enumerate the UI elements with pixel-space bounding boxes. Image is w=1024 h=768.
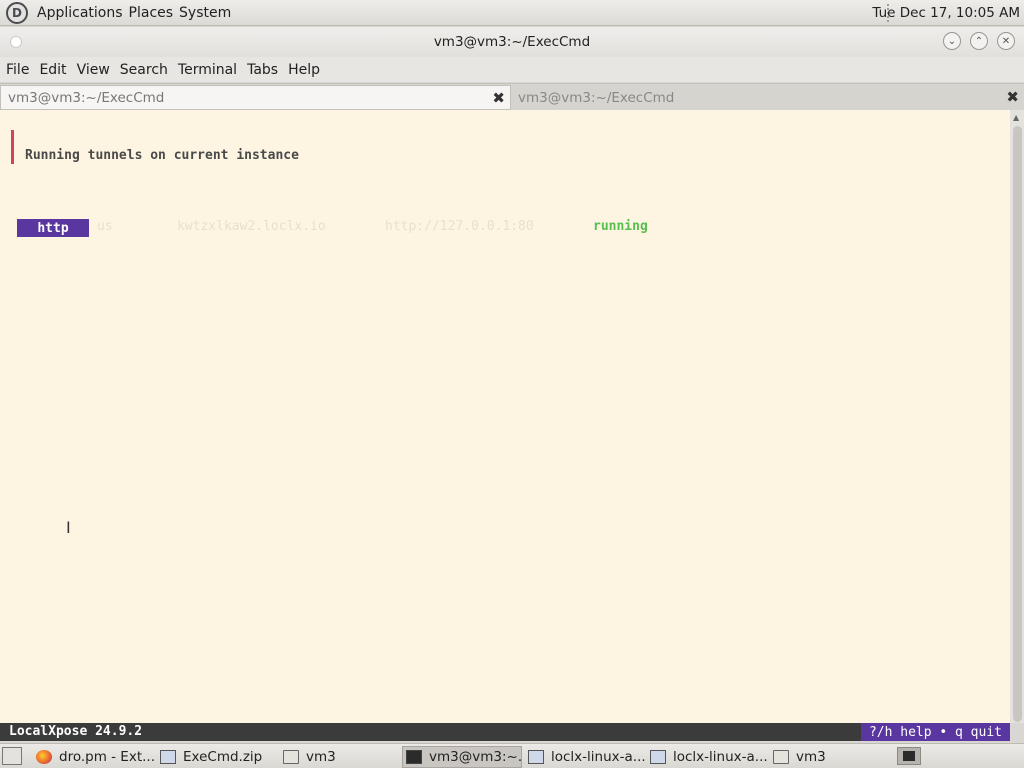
tab-bar: vm3@vm3:~/ExecCmd ✖ vm3@vm3:~/ExecCmd ✖ — [0, 83, 1024, 110]
taskbar-item-loclx-2[interactable]: loclx-linux-a... — [650, 746, 768, 768]
minimize-button[interactable]: ⌄ — [943, 32, 961, 50]
maximize-button[interactable]: ⌃ — [970, 32, 988, 50]
menu-tabs[interactable]: Tabs — [247, 62, 278, 78]
chevron-up-icon: ⌃ — [974, 35, 984, 47]
tui-status-bar: LocalXpose 24.9.2 ?/h help • q quit — [0, 723, 1010, 741]
folder-icon — [773, 750, 789, 764]
menu-view[interactable]: View — [77, 62, 110, 78]
terminal-icon — [406, 750, 422, 764]
archive-icon — [528, 750, 544, 764]
scroll-up-icon[interactable]: ▲ — [1013, 113, 1019, 122]
archive-icon — [160, 750, 176, 764]
app-version: LocalXpose 24.9.2 — [9, 724, 143, 739]
taskbar-item-firefox[interactable]: dro.pm - Ext... — [36, 746, 154, 768]
window-title: vm3@vm3:~/ExecCmd — [433, 34, 591, 50]
taskbar-item-label: dro.pm - Ext... — [59, 749, 154, 765]
tab-label: vm3@vm3:~/ExecCmd — [518, 89, 675, 106]
close-icon[interactable]: ✖ — [492, 89, 505, 107]
tunnel-domain: kwtzxlkaw2.loclx.io — [177, 219, 326, 234]
taskbar-item-label: vm3@vm3:~... — [429, 749, 522, 765]
close-button[interactable]: ✕ — [997, 32, 1015, 50]
heading-accent-bar — [11, 130, 14, 164]
tab-terminal-2[interactable]: vm3@vm3:~/ExecCmd ✖ — [512, 85, 1024, 110]
taskbar-item-label: vm3 — [796, 749, 826, 765]
text-cursor-icon: I — [66, 518, 71, 537]
archive-icon — [650, 750, 666, 764]
menu-edit[interactable]: Edit — [39, 62, 66, 78]
clock[interactable]: Tue Dec 17, 10:05 AM — [872, 5, 1020, 21]
close-icon: ✕ — [1001, 35, 1011, 47]
menu-search[interactable]: Search — [120, 62, 168, 78]
taskbar-item-execcmd-zip[interactable]: ExeCmd.zip — [160, 746, 278, 768]
taskbar: dro.pm - Ext... ExeCmd.zip vm3 vm3@vm3:~… — [0, 743, 1024, 768]
firefox-icon — [36, 750, 52, 764]
menu-file[interactable]: File — [6, 62, 29, 78]
terminal-scrollbar[interactable]: ▲ — [1010, 110, 1024, 723]
folder-icon — [283, 750, 299, 764]
tab-label: vm3@vm3:~/ExecCmd — [8, 89, 165, 106]
tab-terminal-1[interactable]: vm3@vm3:~/ExecCmd ✖ — [0, 85, 511, 110]
terminal-view[interactable]: Running tunnels on current instance http… — [0, 110, 1010, 723]
taskbar-item-vm3-folder[interactable]: vm3 — [283, 746, 399, 768]
help-hint: ?/h help • q quit — [860, 723, 1010, 741]
places-menu[interactable]: Places — [129, 5, 174, 21]
menu-help[interactable]: Help — [288, 62, 320, 78]
workspace-switcher[interactable] — [897, 747, 921, 765]
top-panel: D Applications Places System Tue Dec 17,… — [0, 0, 1024, 26]
window-menu-button[interactable] — [10, 36, 22, 48]
tunnel-status: running — [593, 219, 648, 234]
show-desktop-button[interactable] — [2, 747, 22, 765]
taskbar-item-vm3-folder-2[interactable]: vm3 — [773, 746, 891, 768]
menubar: File Edit View Search Terminal Tabs Help — [0, 57, 1024, 82]
tunnel-type-badge: http — [17, 219, 89, 237]
taskbar-item-label: loclx-linux-a... — [673, 749, 768, 765]
taskbar-item-label: vm3 — [306, 749, 336, 765]
applications-menu[interactable]: Applications — [37, 5, 123, 21]
distro-logo-icon[interactable]: D — [6, 1, 28, 24]
chevron-down-icon: ⌄ — [947, 35, 957, 47]
tunnel-region: us — [97, 219, 113, 234]
tunnel-target: http://127.0.0.1:80 — [385, 219, 534, 234]
workspace-icon — [903, 751, 915, 761]
tunnels-heading: Running tunnels on current instance — [25, 148, 299, 163]
taskbar-item-label: ExeCmd.zip — [183, 749, 263, 765]
taskbar-item-label: loclx-linux-a... — [551, 749, 646, 765]
system-menu[interactable]: System — [179, 5, 231, 21]
scrollbar-thumb[interactable] — [1013, 126, 1022, 722]
close-icon[interactable]: ✖ — [1006, 88, 1019, 106]
window-titlebar[interactable]: vm3@vm3:~/ExecCmd ⌄ ⌃ ✕ — [0, 27, 1024, 57]
menu-terminal[interactable]: Terminal — [178, 62, 237, 78]
taskbar-item-terminal[interactable]: vm3@vm3:~... — [402, 746, 522, 768]
taskbar-item-loclx-1[interactable]: loclx-linux-a... — [528, 746, 646, 768]
